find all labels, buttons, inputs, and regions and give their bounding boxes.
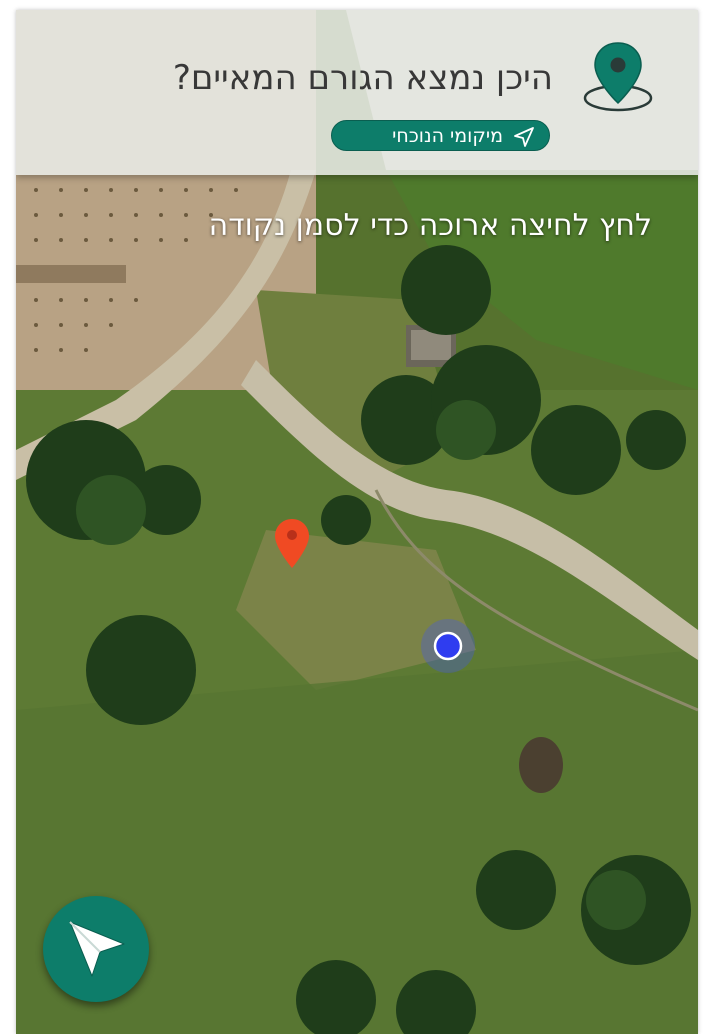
header-panel: היכן נמצא הגורם המאיים? מיקומי הנוכחי: [16, 10, 698, 175]
user-location-dot: [421, 619, 475, 673]
location-pin-icon: [583, 42, 653, 112]
map-hint-text: לחץ לחיצה ארוכה כדי לסמן נקודה: [208, 208, 652, 243]
navigation-arrow-icon: [514, 127, 534, 147]
page-title: היכן נמצא הגורם המאיים?: [172, 58, 553, 98]
current-location-label: מיקומי הנוכחי: [392, 125, 503, 147]
send-location-button[interactable]: [43, 896, 149, 1002]
current-location-button[interactable]: מיקומי הנוכחי: [331, 120, 550, 151]
app-screen: היכן נמצא הגורם המאיים? מיקומי הנוכחי לח…: [16, 10, 698, 1034]
selected-point-marker[interactable]: [274, 518, 310, 570]
send-arrow-icon: [69, 921, 125, 977]
